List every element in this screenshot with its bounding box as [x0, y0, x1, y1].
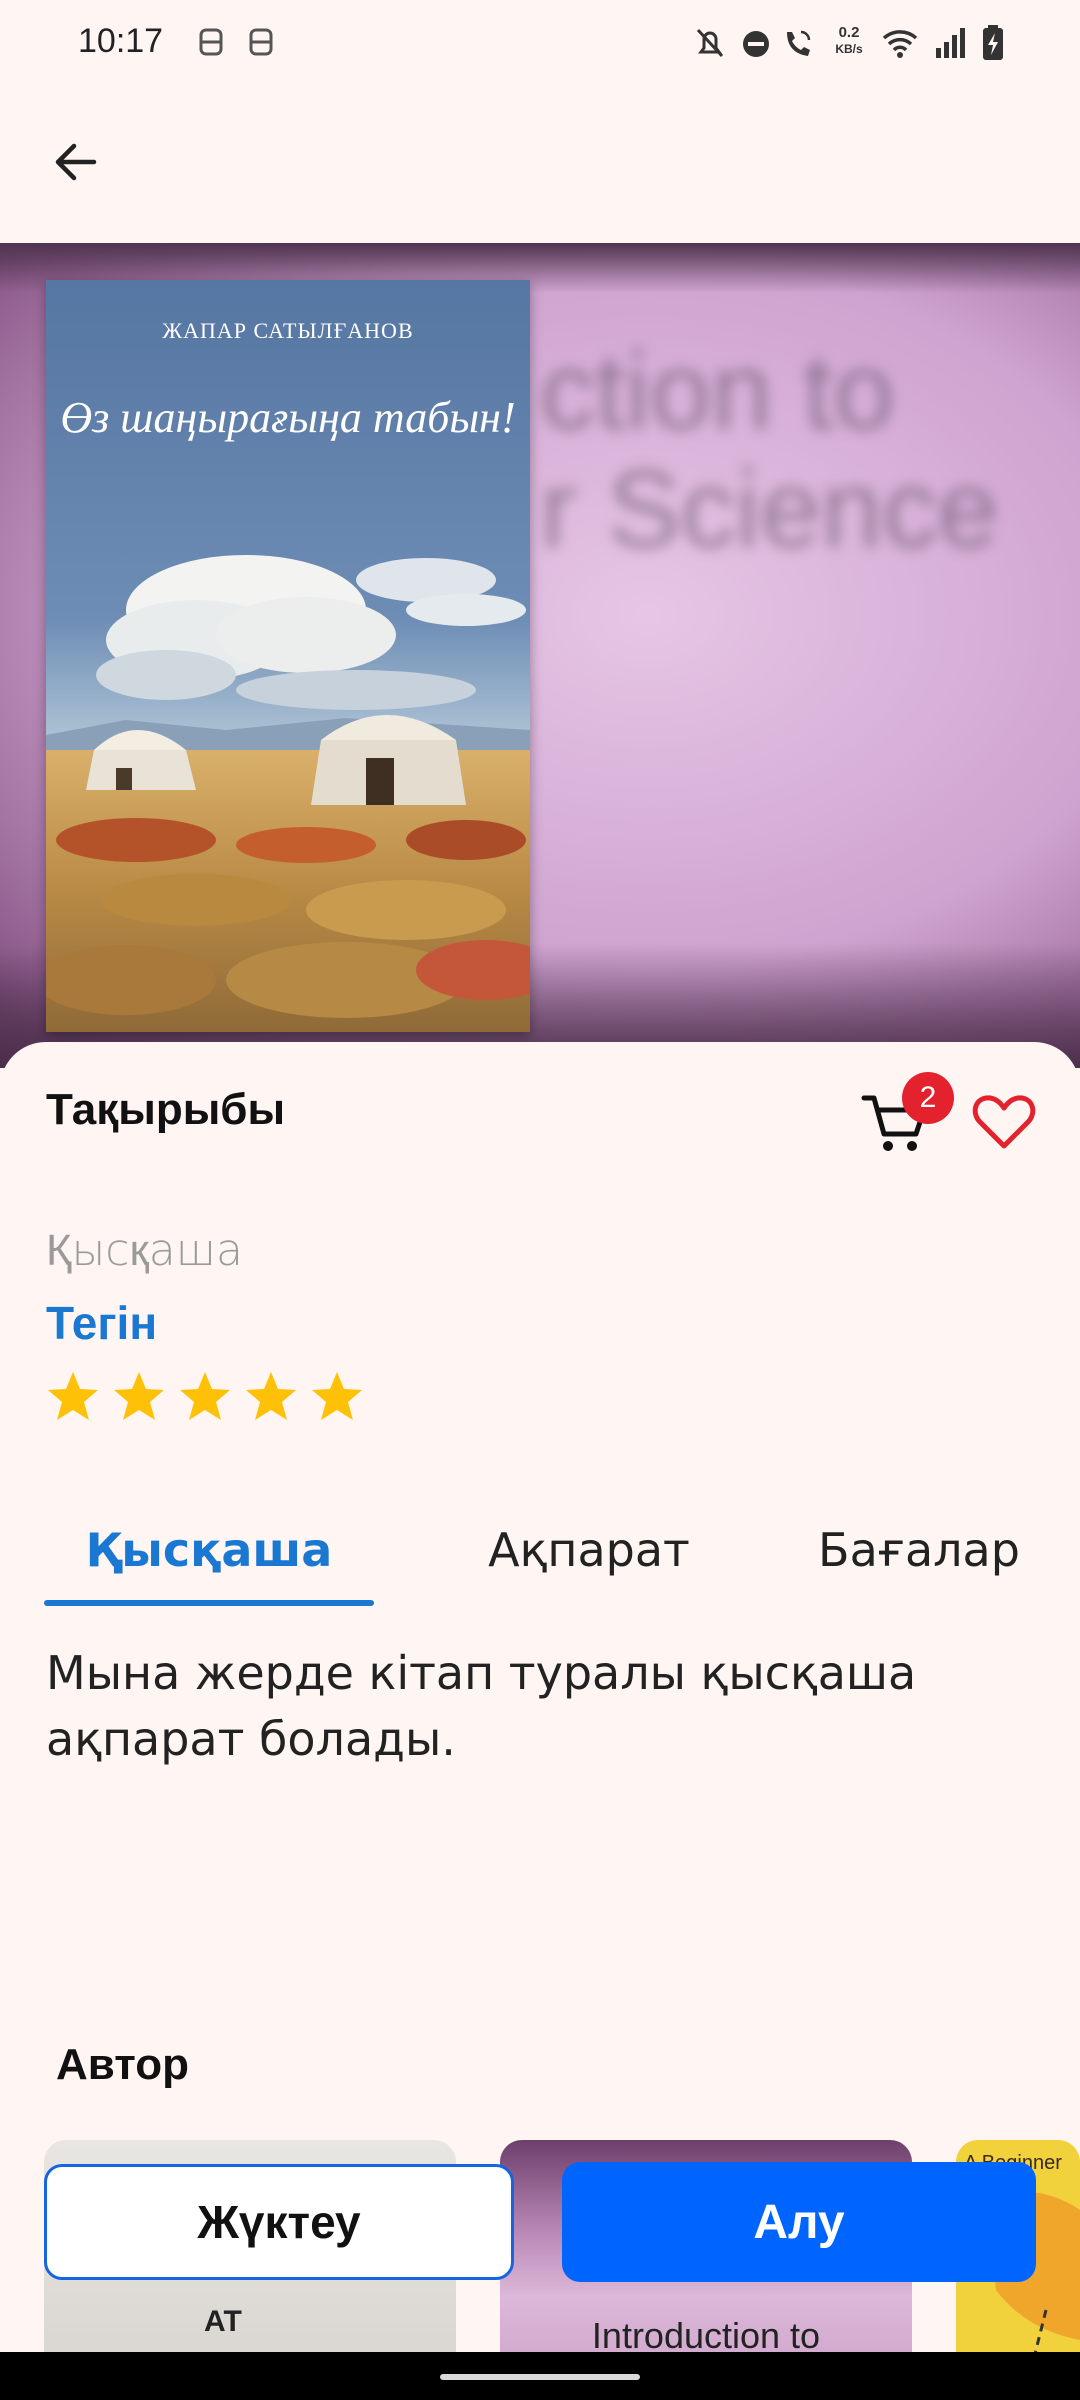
- tab-info[interactable]: Ақпарат: [424, 1500, 754, 1600]
- net-speed-unit: KB/s: [835, 42, 863, 56]
- book-cover: ЖАПАР САТЫЛҒАНОВ Өз шаңырағыңа табын!: [46, 280, 530, 1032]
- call-wifi-icon: [787, 30, 811, 56]
- status-time: 10:17: [78, 22, 164, 60]
- book-subtitle: Қысқаша: [46, 1225, 243, 1276]
- battery-charging-icon: [983, 25, 1003, 60]
- gesture-handle[interactable]: [440, 2374, 640, 2380]
- app-bar: [0, 88, 1080, 243]
- buy-button[interactable]: Алу: [562, 2162, 1036, 2282]
- star-icon: [48, 1372, 98, 1420]
- star-icon: [246, 1372, 296, 1420]
- favorite-button[interactable]: [970, 1088, 1038, 1156]
- star-icon: [312, 1372, 362, 1420]
- bell-off-icon: [696, 28, 724, 58]
- back-button[interactable]: [40, 126, 112, 198]
- book-card-text: Introduction to: [591, 2315, 821, 2356]
- book-description: Мына жерде кітап туралы қысқаша ақпарат …: [46, 1646, 917, 1766]
- notification-app-icon: [199, 28, 223, 56]
- tab-summary[interactable]: Қысқаша: [44, 1500, 374, 1600]
- tab-ratings[interactable]: Бағалар: [744, 1500, 1080, 1600]
- star-icon: [180, 1372, 230, 1420]
- dnd-icon: [743, 31, 769, 57]
- net-speed: 0.2 KB/s: [826, 24, 872, 58]
- heart-icon: [972, 1095, 1036, 1149]
- download-button[interactable]: Жүктеу: [44, 2164, 514, 2280]
- tab-bar: Қысқаша Ақпарат Бағалар: [44, 1500, 1044, 1610]
- star-rating: [44, 1368, 366, 1426]
- cover-author: ЖАПАР САТЫЛҒАНОВ: [162, 318, 414, 343]
- notification-app-icon: [249, 28, 273, 56]
- star-icon: [114, 1372, 164, 1420]
- net-speed-value: 0.2: [838, 24, 860, 41]
- cover-title: Өз шаңырағыңа табын!: [60, 393, 516, 442]
- arrow-left-icon: [55, 143, 97, 181]
- wifi-icon: [882, 30, 918, 58]
- tab-indicator: [44, 1600, 374, 1606]
- book-title: Тақырыбы: [46, 1085, 286, 1134]
- author-section-title: Автор: [56, 2040, 189, 2089]
- book-price: Тегін: [46, 1297, 158, 1349]
- hero-blurred-text: ction to r Science: [540, 330, 999, 571]
- signal-icon: [936, 28, 965, 58]
- book-card-text: AT: [204, 2305, 242, 2338]
- cart-count-badge: 2: [902, 1072, 954, 1124]
